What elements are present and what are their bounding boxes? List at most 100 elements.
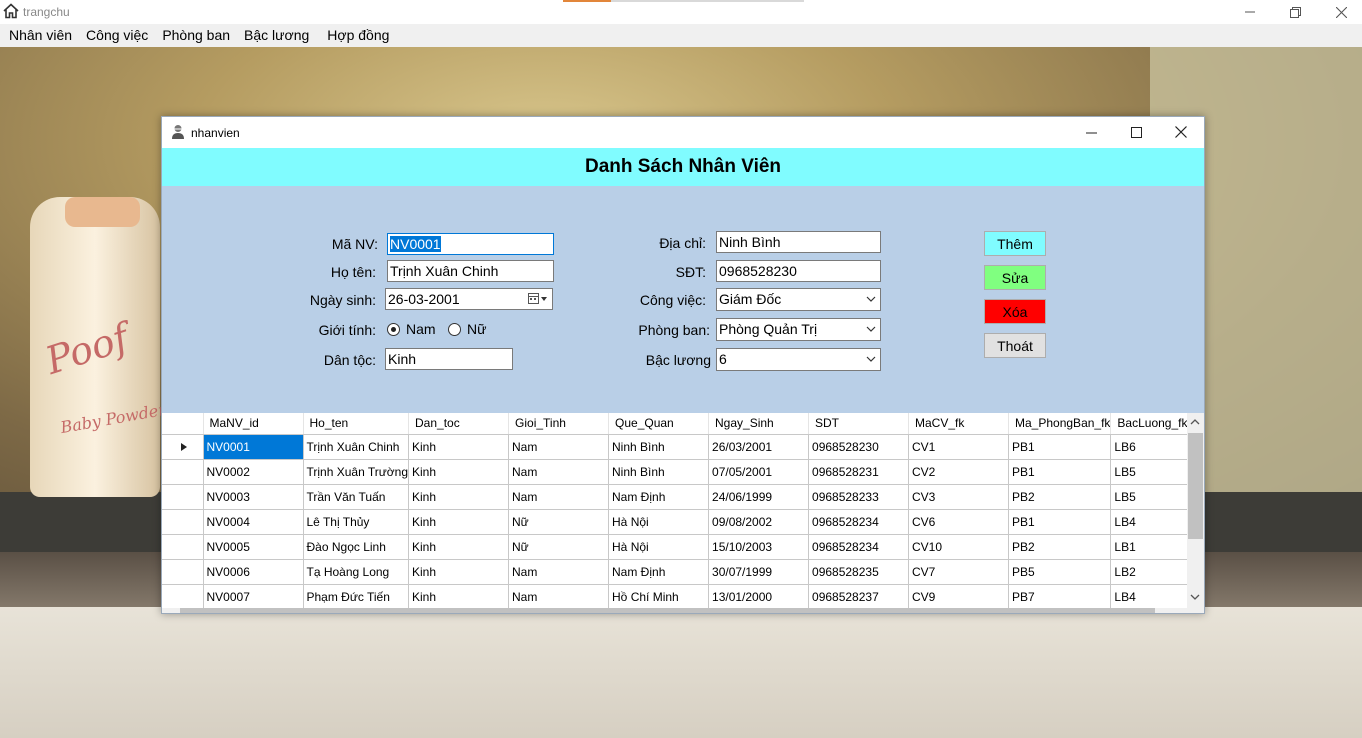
table-cell[interactable]: Đào Ngọc Linh bbox=[303, 534, 410, 560]
table-cell[interactable]: 0968528237 bbox=[808, 584, 910, 610]
table-cell[interactable]: 09/08/2002 bbox=[708, 509, 810, 535]
table-cell[interactable]: Ninh Bình bbox=[608, 434, 710, 460]
table-cell[interactable]: 0968528230 bbox=[808, 434, 910, 460]
col-header[interactable]: Ho_ten bbox=[303, 413, 410, 435]
table-cell[interactable]: NV0001 bbox=[203, 434, 304, 460]
bac-luong-select[interactable]: 6 bbox=[716, 348, 881, 371]
table-cell[interactable]: LB2 bbox=[1110, 559, 1197, 585]
table-cell[interactable]: Trịnh Xuân Trường bbox=[303, 459, 410, 485]
table-cell[interactable]: LB1 bbox=[1110, 534, 1197, 560]
table-cell[interactable]: Nam bbox=[508, 559, 610, 585]
table-cell[interactable]: Ninh Bình bbox=[608, 459, 710, 485]
restore-button[interactable] bbox=[1272, 0, 1318, 24]
table-cell[interactable]: 0968528233 bbox=[808, 484, 910, 510]
table-cell[interactable]: CV3 bbox=[908, 484, 1010, 510]
table-cell[interactable]: Trịnh Xuân Chinh bbox=[303, 434, 410, 460]
table-cell[interactable]: Hà Nội bbox=[608, 534, 710, 560]
table-cell[interactable]: Nam Định bbox=[608, 484, 710, 510]
table-cell[interactable]: Phạm Đức Tiến bbox=[303, 584, 410, 610]
table-cell[interactable]: 15/10/2003 bbox=[708, 534, 810, 560]
gioi-tinh-nu-radio[interactable]: Nữ bbox=[448, 321, 486, 337]
thoat-button[interactable]: Thoát bbox=[984, 333, 1046, 358]
table-cell[interactable]: 13/01/2000 bbox=[708, 584, 810, 610]
menu-nhan-vien[interactable]: Nhân viên bbox=[0, 24, 79, 47]
table-cell[interactable]: Hà Nội bbox=[608, 509, 710, 535]
row-header[interactable] bbox=[162, 509, 204, 535]
table-cell[interactable]: Nam Định bbox=[608, 559, 710, 585]
table-cell[interactable]: PB1 bbox=[1008, 434, 1112, 460]
table-cell[interactable]: Hồ Chí Minh bbox=[608, 584, 710, 610]
dia-chi-input[interactable]: Ninh Bình bbox=[716, 231, 881, 253]
menu-phong-ban[interactable]: Phòng ban bbox=[155, 24, 237, 47]
table-cell[interactable]: 0968528234 bbox=[808, 509, 910, 535]
ho-ten-input[interactable]: Trịnh Xuân Chinh bbox=[387, 260, 554, 282]
row-header[interactable] bbox=[162, 434, 204, 460]
col-header[interactable]: Que_Quan bbox=[608, 413, 710, 435]
employee-grid[interactable]: MaNV_id Ho_ten Dan_toc Gioi_Tinh Que_Qua… bbox=[162, 413, 1204, 613]
table-cell[interactable]: Kinh bbox=[408, 459, 510, 485]
table-row[interactable]: NV0004 Lê Thị Thủy Kinh Nữ Hà Nội 09/08/2002 0… bbox=[162, 509, 1197, 535]
col-header[interactable]: MaCV_fk bbox=[908, 413, 1010, 435]
table-cell[interactable]: NV0003 bbox=[203, 484, 304, 510]
table-cell[interactable]: Nam bbox=[508, 459, 610, 485]
xoa-button[interactable]: Xóa bbox=[984, 299, 1046, 324]
row-header[interactable] bbox=[162, 534, 204, 560]
col-header[interactable]: SDT bbox=[808, 413, 910, 435]
table-cell[interactable]: CV9 bbox=[908, 584, 1010, 610]
table-cell[interactable]: CV2 bbox=[908, 459, 1010, 485]
gioi-tinh-nam-radio[interactable]: Nam bbox=[387, 321, 436, 337]
table-cell[interactable]: PB2 bbox=[1008, 534, 1112, 560]
table-cell[interactable]: CV7 bbox=[908, 559, 1010, 585]
table-cell[interactable]: Kinh bbox=[408, 434, 510, 460]
table-row[interactable]: NV0005 Đào Ngọc Linh Kinh Nữ Hà Nội 15/10/200… bbox=[162, 534, 1197, 560]
table-cell[interactable]: PB1 bbox=[1008, 509, 1112, 535]
table-cell[interactable]: Nữ bbox=[508, 509, 610, 535]
horizontal-scrollbar[interactable] bbox=[162, 608, 1187, 613]
row-header[interactable] bbox=[162, 559, 204, 585]
table-cell[interactable]: 30/07/1999 bbox=[708, 559, 810, 585]
minimize-button[interactable] bbox=[1227, 0, 1273, 24]
table-cell[interactable]: LB5 bbox=[1110, 484, 1197, 510]
table-cell[interactable]: Kinh bbox=[408, 484, 510, 510]
table-row[interactable]: NV0006 Tạ Hoàng Long Kinh Nam Nam Định 30/07/… bbox=[162, 559, 1197, 585]
table-cell[interactable]: NV0007 bbox=[203, 584, 304, 610]
table-cell[interactable]: Nam bbox=[508, 484, 610, 510]
col-header[interactable]: MaNV_id bbox=[203, 413, 304, 435]
table-cell[interactable]: 0968528234 bbox=[808, 534, 910, 560]
menu-hop-dong[interactable]: Hợp đồng bbox=[320, 24, 396, 47]
sua-button[interactable]: Sửa bbox=[984, 265, 1046, 290]
col-header[interactable]: BacLuong_fk bbox=[1110, 413, 1197, 435]
child-minimize-button[interactable] bbox=[1068, 117, 1114, 147]
table-cell[interactable]: LB4 bbox=[1110, 509, 1197, 535]
ngay-sinh-datepicker[interactable]: 26-03-2001 bbox=[385, 288, 553, 310]
table-cell[interactable]: CV1 bbox=[908, 434, 1010, 460]
table-cell[interactable]: Kinh bbox=[408, 509, 510, 535]
table-cell[interactable]: 07/05/2001 bbox=[708, 459, 810, 485]
table-cell[interactable]: 24/06/1999 bbox=[708, 484, 810, 510]
table-cell[interactable]: Lê Thị Thủy bbox=[303, 509, 410, 535]
menu-bac-luong[interactable]: Bậc lương bbox=[237, 24, 320, 47]
child-maximize-button[interactable] bbox=[1113, 117, 1159, 147]
child-close-button[interactable] bbox=[1158, 117, 1204, 147]
table-cell[interactable]: Tạ Hoàng Long bbox=[303, 559, 410, 585]
table-cell[interactable]: PB2 bbox=[1008, 484, 1112, 510]
table-cell[interactable]: Nam bbox=[508, 434, 610, 460]
table-cell[interactable]: 0968528231 bbox=[808, 459, 910, 485]
table-cell[interactable]: NV0005 bbox=[203, 534, 304, 560]
row-header[interactable] bbox=[162, 584, 204, 610]
table-cell[interactable]: PB7 bbox=[1008, 584, 1112, 610]
table-cell[interactable]: NV0006 bbox=[203, 559, 304, 585]
table-cell[interactable]: Nam bbox=[508, 584, 610, 610]
table-cell[interactable]: LB5 bbox=[1110, 459, 1197, 485]
table-cell[interactable]: LB6 bbox=[1110, 434, 1197, 460]
table-row[interactable]: NV0007 Phạm Đức Tiến Kinh Nam Hồ Chí Minh 13/… bbox=[162, 584, 1197, 610]
table-cell[interactable]: 26/03/2001 bbox=[708, 434, 810, 460]
col-header[interactable]: Dan_toc bbox=[408, 413, 510, 435]
sdt-input[interactable]: 0968528230 bbox=[716, 260, 881, 282]
vertical-scroll-thumb[interactable] bbox=[1188, 433, 1203, 539]
table-cell[interactable]: NV0002 bbox=[203, 459, 304, 485]
table-cell[interactable]: NV0004 bbox=[203, 509, 304, 535]
table-cell[interactable]: Nữ bbox=[508, 534, 610, 560]
close-button[interactable] bbox=[1318, 0, 1362, 24]
table-cell[interactable]: 0968528235 bbox=[808, 559, 910, 585]
